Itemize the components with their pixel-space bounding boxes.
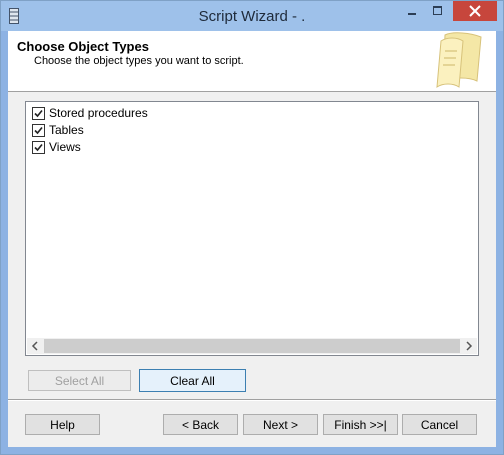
scroll-right-icon[interactable] — [461, 338, 477, 354]
next-button[interactable]: Next > — [243, 414, 318, 435]
cancel-button[interactable]: Cancel — [402, 414, 477, 435]
page-subtitle: Choose the object types you want to scri… — [34, 55, 244, 67]
views-checkbox[interactable] — [32, 141, 45, 154]
views-label: Views — [49, 140, 81, 154]
tables-label: Tables — [49, 123, 84, 137]
help-button[interactable]: Help — [25, 414, 100, 435]
maximize-icon[interactable] — [425, 1, 451, 21]
back-button[interactable]: < Back — [163, 414, 238, 435]
script-wizard-window: Script Wizard - . Choose Object Types Ch… — [0, 0, 504, 455]
minimize-icon[interactable] — [399, 1, 425, 21]
object-types-list[interactable]: Stored procedures Tables Views — [25, 101, 479, 356]
title-bar[interactable]: Script Wizard - . — [1, 1, 503, 31]
stored-procedures-checkbox[interactable] — [32, 107, 45, 120]
tables-checkbox[interactable] — [32, 124, 45, 137]
stored-procedures-label: Stored procedures — [49, 106, 148, 120]
finish-button[interactable]: Finish >>| — [323, 414, 398, 435]
horizontal-scrollbar[interactable] — [27, 338, 477, 354]
wizard-client-area: Choose Object Types Choose the object ty… — [8, 31, 496, 447]
scroll-paper-icon — [436, 32, 482, 88]
select-all-button[interactable]: Select All — [28, 370, 131, 391]
checkmark-icon — [34, 126, 43, 135]
scrollbar-thumb[interactable] — [44, 339, 460, 353]
close-icon[interactable] — [453, 1, 497, 21]
scroll-left-icon[interactable] — [27, 338, 43, 354]
page-title: Choose Object Types — [17, 39, 149, 54]
clear-all-button[interactable]: Clear All — [139, 369, 246, 392]
wizard-header: Choose Object Types Choose the object ty… — [8, 31, 496, 92]
checkmark-icon — [34, 109, 43, 118]
checkmark-icon — [34, 143, 43, 152]
